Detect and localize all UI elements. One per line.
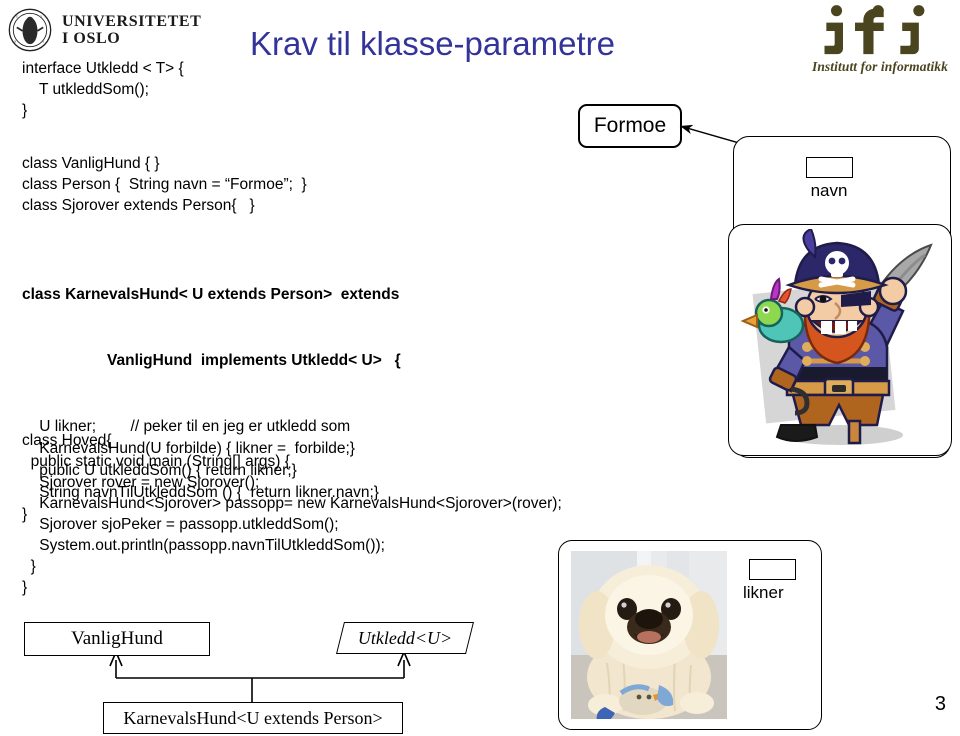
sjorover-object-box — [728, 224, 952, 456]
page-number: 3 — [934, 693, 946, 715]
likner-field-slot — [749, 559, 796, 580]
uio-wordmark: UNIVERSITETET I OSLO — [62, 13, 201, 47]
code-block-classes: class VanligHund { } class Person { Stri… — [22, 155, 307, 214]
pirate-illustration-icon — [740, 229, 933, 445]
code-block-hoved: class Hoved{ public static void main (St… — [22, 432, 562, 596]
dog-photo — [571, 551, 727, 719]
uml-class-karnevalshund: KarnevalsHund<U extends Person> — [103, 702, 403, 734]
uml-class-diagram: VanligHund Utkledd<U> KarnevalsHund<U ex… — [0, 610, 560, 736]
karnevalshund-object-box: likner — [558, 540, 822, 730]
uml-interface-utkledd: Utkledd<U> — [336, 622, 474, 654]
ifi-logo-icon — [824, 5, 925, 55]
ifi-subtitle: Institutt for informatikk — [811, 59, 949, 74]
page-title: Krav til klasse-parametre — [250, 25, 615, 62]
uml-karnevalshund-label: KarnevalsHund<U extends Person> — [123, 707, 383, 728]
uio-logo: UO NS UNIVERSITETET I OSLO — [8, 6, 228, 54]
navn-field-label: navn — [810, 181, 848, 200]
uio-seal-icon: UO NS — [8, 8, 52, 52]
formoe-value: Formoe — [593, 114, 667, 137]
navn-field-slot — [806, 157, 853, 178]
uml-class-vanlighund: VanligHund — [24, 622, 210, 656]
pekingese-dog-photo-icon — [571, 551, 727, 719]
code-block-interface-utkledd: interface Utkledd < T> { T utkleddSom();… — [22, 60, 184, 119]
uml-vanlighund-label: VanligHund — [71, 628, 163, 649]
uio-line-2: I OSLO — [62, 30, 121, 47]
uml-utkledd-label: Utkledd<U> — [357, 627, 453, 648]
ifi-logo: Institutt for informatikk — [806, 4, 954, 84]
karnevalshund-header-line-1: class KarnevalsHund< U extends Person> e… — [22, 286, 400, 303]
karnevalshund-header-line-2: VanligHund implements Utkledd< U> { — [107, 352, 401, 369]
likner-field-label: likner — [743, 583, 784, 602]
svg-text:S: S — [42, 39, 44, 43]
uio-line-1: UNIVERSITETET — [62, 13, 202, 30]
